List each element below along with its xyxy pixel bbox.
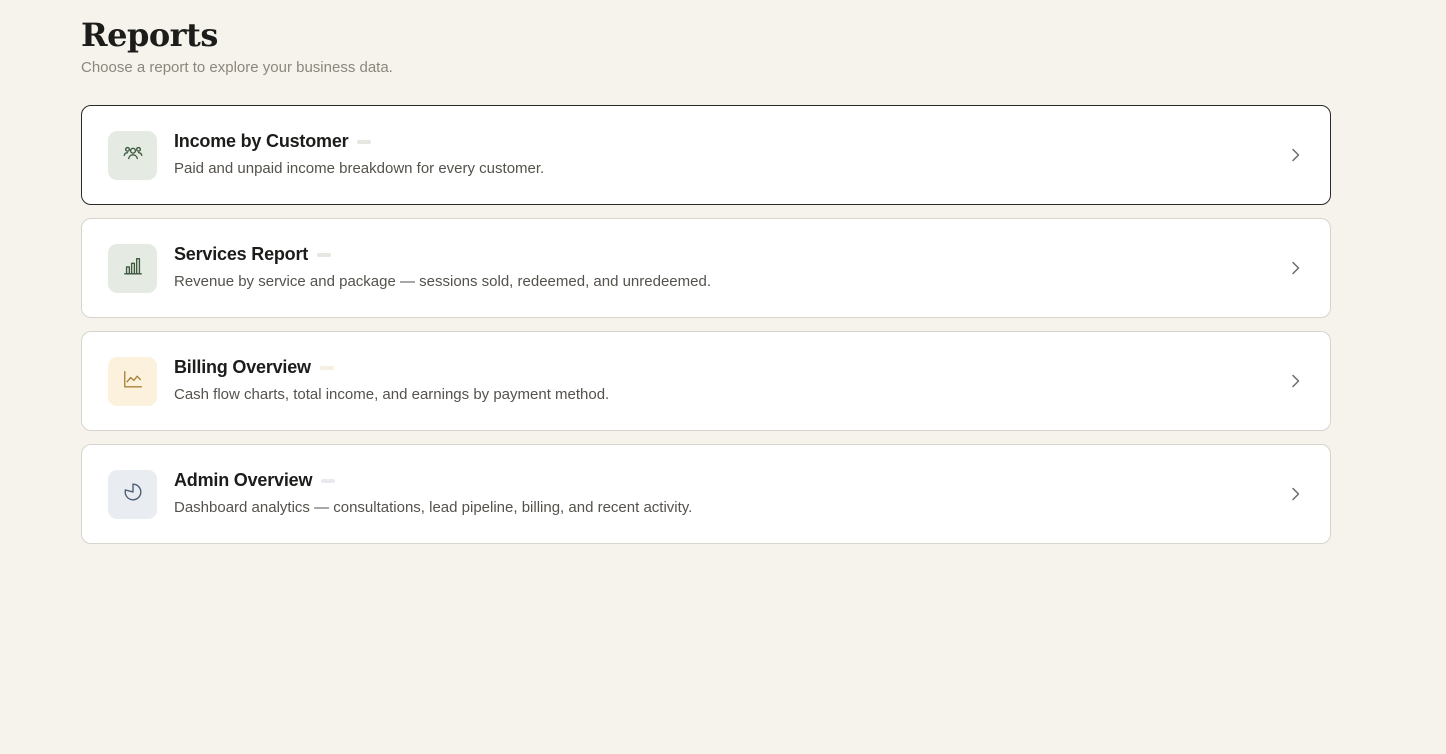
title-pill: [319, 366, 334, 370]
report-description: Revenue by service and package — session…: [174, 273, 711, 290]
report-title: Services Report: [174, 243, 309, 264]
report-card-body: Services Report Revenue by service and p…: [174, 243, 1250, 292]
page-subtitle: Choose a report to explore your business…: [81, 59, 393, 76]
report-title: Income by Customer: [174, 130, 349, 151]
report-title: Billing Overview: [174, 356, 311, 377]
report-card-body: Billing Overview Cash flow charts, total…: [174, 356, 1250, 405]
title-pill: [357, 140, 372, 144]
pie-chart-icon: [122, 481, 144, 508]
report-card-services-report[interactable]: Services Report Revenue by service and p…: [81, 218, 1331, 318]
report-title-row: Admin Overview: [174, 469, 1250, 491]
report-title-row: Services Report: [174, 243, 1250, 265]
report-description: Dashboard analytics — consultations, lea…: [174, 499, 693, 516]
reports-page: Reports Choose a report to explore your …: [81, 14, 1331, 544]
chevron-right-icon: [1286, 372, 1304, 390]
title-pill: [317, 253, 332, 257]
report-icon-tile: [108, 131, 157, 180]
report-title-row: Billing Overview: [174, 356, 1250, 378]
report-icon-tile: [108, 470, 157, 519]
chevron-right-icon: [1286, 485, 1304, 503]
chevron-right-icon: [1286, 259, 1304, 277]
chevron-right-icon: [1286, 146, 1304, 164]
line-chart-icon: [122, 368, 144, 395]
report-card-admin-overview[interactable]: Admin Overview Dashboard analytics — con…: [81, 444, 1331, 544]
users-icon: [122, 142, 144, 169]
title-pill: [321, 479, 336, 483]
report-description: Cash flow charts, total income, and earn…: [174, 386, 610, 403]
report-card-body: Admin Overview Dashboard analytics — con…: [174, 469, 1250, 518]
report-card-billing-overview[interactable]: Billing Overview Cash flow charts, total…: [81, 331, 1331, 431]
report-card-body: Income by Customer Paid and unpaid incom…: [174, 130, 1250, 179]
report-title: Admin Overview: [174, 469, 313, 490]
report-icon-tile: [108, 357, 157, 406]
report-icon-tile: [108, 244, 157, 293]
report-card-income-by-customer[interactable]: Income by Customer Paid and unpaid incom…: [81, 105, 1331, 205]
report-description: Paid and unpaid income breakdown for eve…: [174, 160, 545, 177]
report-list: Income by Customer Paid and unpaid incom…: [81, 105, 1331, 557]
bar-chart-icon: [122, 255, 144, 282]
page-title: Reports: [81, 16, 218, 54]
report-title-row: Income by Customer: [174, 130, 1250, 152]
